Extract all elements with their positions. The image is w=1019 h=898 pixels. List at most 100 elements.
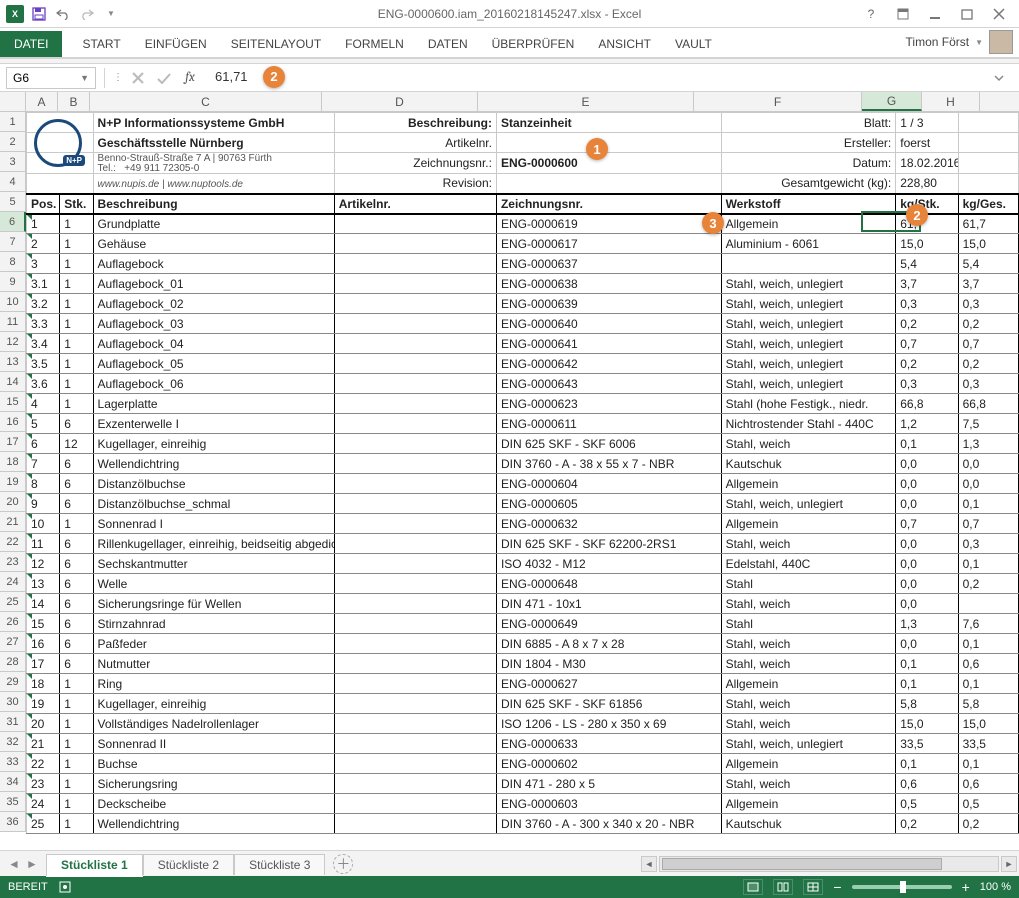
cell[interactable] (334, 314, 496, 334)
cell[interactable]: 0,2 (958, 574, 1018, 594)
cell[interactable]: 15,0 (896, 234, 958, 254)
cell[interactable]: Rillenkugellager, einreihig, beidseitig … (93, 534, 334, 554)
cell[interactable] (334, 614, 496, 634)
hscroll-thumb[interactable] (662, 858, 942, 870)
tab-review[interactable]: ÜBERPRÜFEN (480, 31, 587, 57)
cell[interactable]: 1 (60, 374, 93, 394)
cell[interactable] (334, 214, 496, 234)
excel-app-icon[interactable]: X (4, 3, 26, 25)
row-header-8[interactable]: 8 (0, 252, 26, 272)
cell[interactable]: 0,2 (958, 354, 1018, 374)
cell[interactable]: 3 (27, 254, 60, 274)
cell[interactable]: 4 (27, 394, 60, 414)
cell[interactable]: ISO 4032 - M12 (496, 554, 721, 574)
cell[interactable]: Ring (93, 674, 334, 694)
cell[interactable]: 6 (60, 654, 93, 674)
cell[interactable]: 1 (60, 814, 93, 834)
cell[interactable]: Auflagebock_02 (93, 294, 334, 314)
cell[interactable]: DIN 625 SKF - SKF 61856 (496, 694, 721, 714)
cell[interactable]: Distanzölbuchse_schmal (93, 494, 334, 514)
cell[interactable]: 0,1 (958, 494, 1018, 514)
cell[interactable]: 0,0 (958, 474, 1018, 494)
cell[interactable]: 1 (60, 234, 93, 254)
cell[interactable]: 0,6 (958, 774, 1018, 794)
cell[interactable]: 9 (27, 494, 60, 514)
cell[interactable]: Sonnenrad I (93, 514, 334, 534)
cell[interactable]: 33,5 (896, 734, 958, 754)
cell[interactable]: 15,0 (896, 714, 958, 734)
cell[interactable]: Nichtrostender Stahl - 440C (721, 414, 896, 434)
cell[interactable]: Deckscheibe (93, 794, 334, 814)
row-header-12[interactable]: 12 (0, 332, 26, 352)
tab-vault[interactable]: VAULT (663, 31, 724, 57)
cell[interactable]: Allgemein (721, 794, 896, 814)
cell[interactable] (334, 294, 496, 314)
cell[interactable]: 6 (60, 574, 93, 594)
cell[interactable]: 0,2 (896, 314, 958, 334)
cell[interactable]: Stahl, weich, unlegiert (721, 734, 896, 754)
cell[interactable]: Beschreibung (93, 194, 334, 214)
cell[interactable]: 1 (60, 334, 93, 354)
cell[interactable]: Stanzeinheit (496, 113, 721, 133)
cell[interactable] (496, 133, 721, 153)
cell[interactable]: ENG-0000642 (496, 354, 721, 374)
cell[interactable]: 0,3 (958, 374, 1018, 394)
redo-icon[interactable] (76, 3, 98, 25)
cell[interactable]: Stahl (hohe Festigk., niedr. (721, 394, 896, 414)
row-header-35[interactable]: 35 (0, 792, 26, 812)
cell[interactable]: 0,2 (896, 814, 958, 834)
close-icon[interactable] (985, 4, 1013, 24)
cell[interactable]: Aluminium - 6061 (721, 234, 896, 254)
cell[interactable]: 0,7 (896, 334, 958, 354)
cell[interactable]: 3.4 (27, 334, 60, 354)
cell[interactable]: ENG-0000643 (496, 374, 721, 394)
cell[interactable]: Stahl, weich (721, 534, 896, 554)
cell[interactable]: 66,8 (896, 394, 958, 414)
cell[interactable]: 1 (27, 214, 60, 234)
tab-data[interactable]: DATEN (416, 31, 480, 57)
cell[interactable]: Zeichnungsnr.: (334, 153, 496, 174)
row-header-18[interactable]: 18 (0, 452, 26, 472)
cell[interactable]: 0,3 (958, 534, 1018, 554)
cell[interactable]: Exzenterwelle I (93, 414, 334, 434)
cell[interactable]: 10 (27, 514, 60, 534)
cell[interactable]: 3,7 (958, 274, 1018, 294)
cell[interactable]: 1 (60, 694, 93, 714)
cell[interactable]: Sonnenrad II (93, 734, 334, 754)
cell[interactable]: 1 (60, 754, 93, 774)
cell[interactable]: 1,3 (896, 614, 958, 634)
cell[interactable]: Stirnzahnrad (93, 614, 334, 634)
sheet-nav-prev-icon[interactable]: ◄ (6, 857, 22, 871)
cell[interactable]: 0,0 (896, 594, 958, 614)
save-icon[interactable] (28, 3, 50, 25)
cell[interactable]: 0,0 (896, 534, 958, 554)
cell[interactable]: 5,8 (896, 694, 958, 714)
cell[interactable] (334, 794, 496, 814)
cell[interactable]: ENG-0000640 (496, 314, 721, 334)
cell[interactable] (334, 654, 496, 674)
cell[interactable] (496, 174, 721, 194)
cell[interactable]: 0,0 (896, 634, 958, 654)
zoom-out-icon[interactable]: − (833, 879, 841, 895)
macro-record-icon[interactable] (58, 880, 72, 894)
cell[interactable]: 6 (60, 554, 93, 574)
cell[interactable]: Buchse (93, 754, 334, 774)
cell[interactable]: 18.02.2016 (896, 153, 958, 174)
cell[interactable] (334, 674, 496, 694)
cell[interactable]: 0,1 (896, 434, 958, 454)
formula-input[interactable]: 61,71 2 (205, 67, 989, 89)
cell[interactable]: ENG-0000632 (496, 514, 721, 534)
cell[interactable]: Allgemein (721, 514, 896, 534)
cell[interactable]: Stahl, weich, unlegiert (721, 354, 896, 374)
col-header-B[interactable]: B (58, 92, 90, 111)
cell[interactable]: ENG-0000605 (496, 494, 721, 514)
cell[interactable]: N+P Informationssysteme GmbH (93, 113, 334, 133)
cell[interactable]: ENG-0000623 (496, 394, 721, 414)
cell[interactable]: 1 (60, 314, 93, 334)
cell[interactable]: 0,0 (896, 474, 958, 494)
cell[interactable]: 0,3 (896, 294, 958, 314)
cell[interactable]: Lagerplatte (93, 394, 334, 414)
cell[interactable]: Vollständiges Nadelrollenlager (93, 714, 334, 734)
row-header-10[interactable]: 10 (0, 292, 26, 312)
row-header-26[interactable]: 26 (0, 612, 26, 632)
